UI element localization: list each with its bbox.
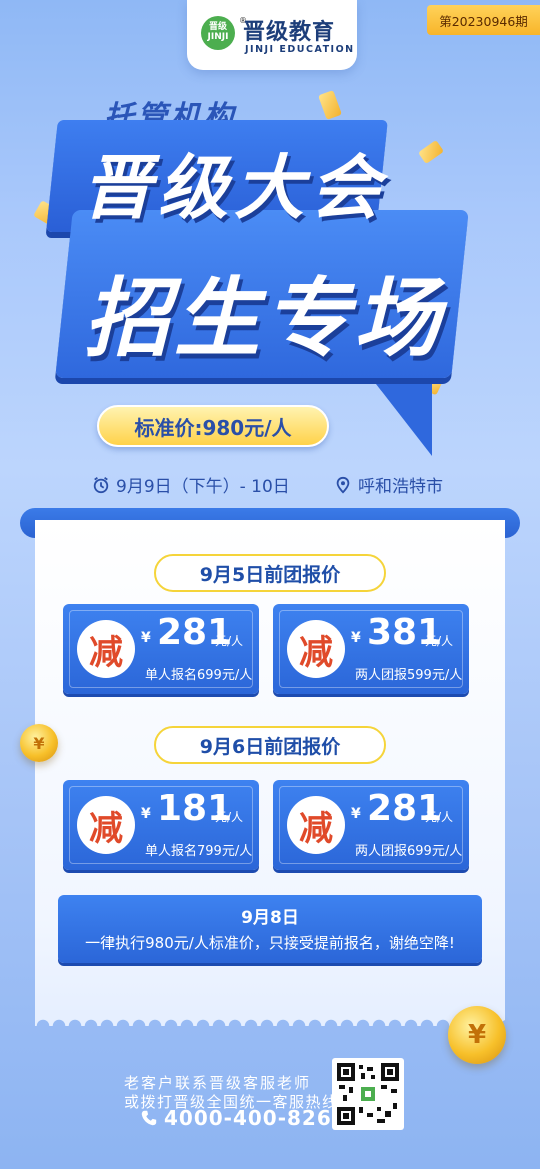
hotline[interactable]: 4000-400-826 [140, 1106, 332, 1130]
discount-unit: 元/人 [425, 810, 454, 824]
final-notice-title: 9月8日 [241, 908, 299, 928]
hotline-number[interactable]: 4000-400-826 [164, 1106, 332, 1130]
coin-icon: ¥ [20, 724, 58, 762]
discount-badge: 减 [77, 620, 135, 678]
confetti-icon [318, 90, 342, 120]
discount-badge: 减 [287, 620, 345, 678]
location-pin-icon [336, 476, 350, 493]
deal-card: 减 ¥ 381 元/人 两人团报599元/人 [273, 604, 469, 694]
deal-card: 减 ¥ 281 元/人 单人报名699元/人 [63, 604, 259, 694]
currency-symbol: ¥ [351, 806, 361, 822]
discount-badge: 减 [287, 796, 345, 854]
card-ticket-edge [35, 1010, 505, 1026]
brand-name-en: JINJI EDUCATION [245, 44, 355, 55]
deal-note: 单人报名699元/人 [145, 668, 253, 683]
headline-line2: 招生专场 [84, 269, 444, 369]
standard-price: 标准价:980元/人 [97, 405, 329, 447]
event-date: 9月9日（下午）- 10日 [92, 472, 290, 497]
phone-icon [141, 1110, 157, 1126]
brand-logo: 晋级 JINJI ® 晋级教育 JINJI EDUCATION [187, 0, 357, 70]
discount-unit: 元/人 [425, 634, 454, 648]
deal-card: 减 ¥ 281 元/人 两人团报699元/人 [273, 780, 469, 870]
deal-card: 减 ¥ 181 元/人 单人报名799元/人 [63, 780, 259, 870]
section-title: 9月5日前团报价 [154, 554, 386, 592]
qr-code-icon [337, 1063, 399, 1125]
coin-icon: ¥ [448, 1006, 506, 1064]
confetti-icon [417, 139, 445, 165]
event-city: 呼和浩特市 [334, 472, 443, 497]
speech-bubble-tail [362, 366, 432, 456]
qr-code [332, 1058, 404, 1130]
discount-badge: 减 [77, 796, 135, 854]
currency-symbol: ¥ [351, 630, 361, 646]
contact-line1: 老客户联系晋级客服老师 [124, 1074, 312, 1092]
final-notice: 9月8日 一律执行980元/人标准价，只接受提前报名，谢绝空降! [58, 895, 482, 963]
clock-icon [93, 476, 109, 493]
event-city-text: 呼和浩特市 [358, 477, 443, 497]
issue-badge: 第20230946期 [427, 5, 540, 35]
section-title: 9月6日前团报价 [154, 726, 386, 764]
currency-symbol: ¥ [141, 806, 151, 822]
discount-unit: 元/人 [215, 810, 244, 824]
deal-note: 单人报名799元/人 [145, 844, 253, 859]
final-notice-text: 一律执行980元/人标准价，只接受提前报名，谢绝空降! [85, 934, 455, 952]
deal-note: 两人团报699元/人 [355, 844, 463, 859]
event-date-text: 9月9日（下午）- 10日 [116, 477, 290, 497]
brand-name-cn: 晋级教育 [243, 20, 336, 45]
discount-unit: 元/人 [215, 634, 244, 648]
currency-symbol: ¥ [141, 630, 151, 646]
logo-mark-icon: 晋级 JINJI [201, 16, 235, 50]
headline-line1: 晋级大会 [82, 147, 386, 229]
deal-note: 两人团报599元/人 [355, 668, 463, 683]
